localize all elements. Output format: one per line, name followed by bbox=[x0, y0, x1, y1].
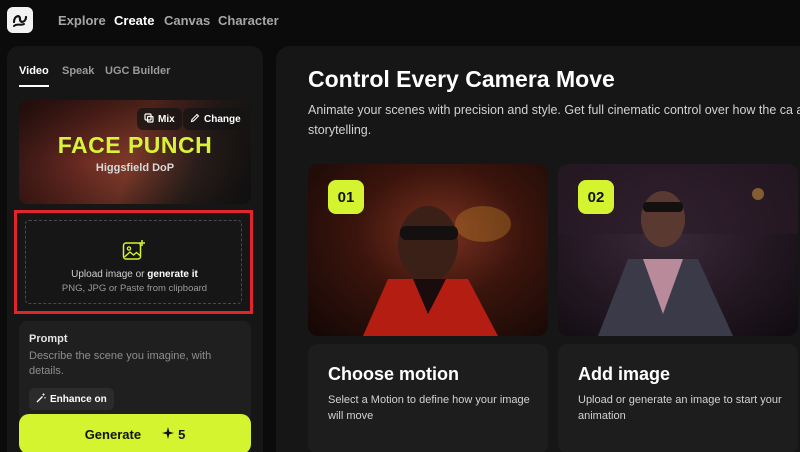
tab-speak[interactable]: Speak bbox=[62, 65, 94, 77]
sparkle-icon bbox=[161, 426, 175, 443]
step-1-title: Choose motion bbox=[328, 364, 459, 384]
upload-prefix: Upload image or bbox=[71, 269, 145, 280]
generate-it-link[interactable]: generate it bbox=[147, 269, 198, 280]
step-2-title: Add image bbox=[578, 364, 671, 384]
tab-ugc-builder[interactable]: UGC Builder bbox=[105, 65, 170, 77]
mix-icon bbox=[144, 112, 154, 126]
preset-subtitle: Higgsfield DoP bbox=[95, 162, 175, 174]
active-tab-indicator bbox=[19, 85, 49, 87]
step-1-card[interactable]: Choose motion Select a Motion to define … bbox=[308, 344, 548, 452]
main-content: Control Every Camera Move Animate your s… bbox=[276, 46, 800, 452]
nav-explore[interactable]: Explore bbox=[58, 13, 106, 28]
tab-video[interactable]: Video bbox=[19, 65, 49, 77]
page-title: Control Every Camera Move bbox=[308, 66, 615, 92]
step-1-badge: 01 bbox=[328, 180, 364, 214]
upload-formats: PNG, JPG or Paste from clipboard bbox=[61, 283, 208, 294]
prompt-placeholder[interactable]: Describe the scene you imagine, with det… bbox=[29, 349, 234, 379]
top-navigation: Explore Create Canvas Character bbox=[0, 0, 800, 42]
upload-image-dropzone[interactable]: Upload image or generate it PNG, JPG or … bbox=[14, 210, 253, 314]
magic-wand-icon bbox=[36, 393, 46, 406]
step-1-description: Select a Motion to define how your image… bbox=[328, 394, 530, 422]
page-description: Animate your scenes with precision and s… bbox=[308, 103, 800, 137]
mix-label: Mix bbox=[158, 113, 175, 125]
credit-cost: 5 bbox=[161, 426, 185, 443]
higgsfield-logo-icon[interactable] bbox=[7, 7, 33, 33]
step-2-description: Upload or generate an image to start you… bbox=[578, 394, 782, 422]
upload-dashed-area[interactable]: Upload image or generate it PNG, JPG or … bbox=[25, 220, 242, 304]
pencil-icon bbox=[190, 113, 200, 126]
nav-character[interactable]: Character bbox=[218, 13, 279, 28]
enhance-label: Enhance on bbox=[50, 393, 107, 405]
mix-button[interactable]: Mix bbox=[137, 108, 182, 130]
change-label: Change bbox=[204, 113, 241, 125]
change-button[interactable]: Change bbox=[183, 108, 248, 130]
prompt-label: Prompt bbox=[29, 333, 68, 345]
credit-count: 5 bbox=[178, 426, 186, 442]
preset-title: FACE PUNCH bbox=[57, 132, 213, 158]
prompt-field[interactable]: Prompt Describe the scene you imagine, w… bbox=[19, 321, 251, 421]
step-1-image[interactable]: 01 bbox=[308, 164, 548, 336]
generate-button[interactable]: Generate 5 bbox=[19, 414, 251, 452]
enhance-toggle[interactable]: Enhance on bbox=[29, 388, 114, 410]
left-panel: Video Speak UGC Builder Mix Change FACE … bbox=[7, 46, 263, 452]
image-add-icon bbox=[122, 239, 146, 266]
nav-canvas[interactable]: Canvas bbox=[164, 13, 210, 28]
step-2-card[interactable]: Add image Upload or generate an image to… bbox=[558, 344, 798, 452]
upload-instructions: Upload image or generate it bbox=[26, 269, 243, 280]
nav-create[interactable]: Create bbox=[114, 13, 154, 28]
motion-preset-card[interactable]: Mix Change FACE PUNCH Higgsfield DoP bbox=[19, 100, 251, 204]
step-2-image[interactable]: 02 bbox=[558, 164, 798, 336]
generate-label: Generate bbox=[84, 426, 142, 442]
step-2-badge: 02 bbox=[578, 180, 614, 214]
